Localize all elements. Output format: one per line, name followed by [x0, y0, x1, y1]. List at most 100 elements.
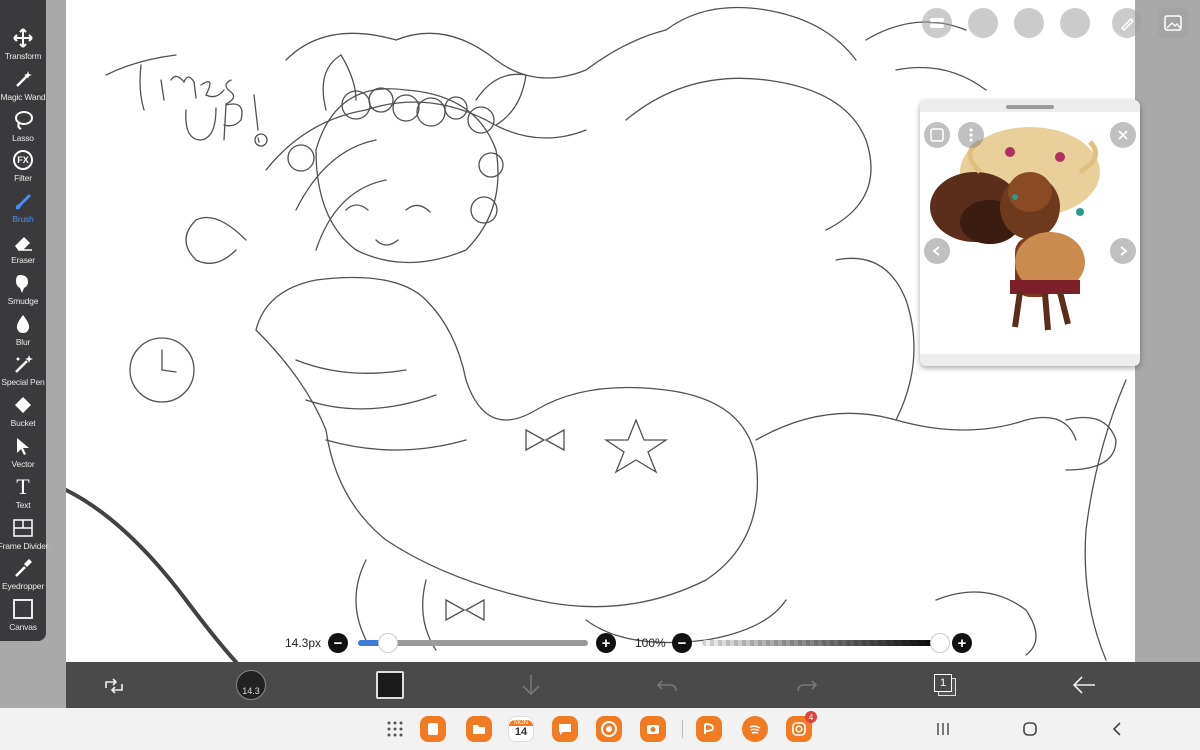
opacity-fill — [702, 640, 942, 646]
folder-icon — [473, 725, 485, 734]
tool-lasso[interactable]: Lasso — [0, 108, 46, 149]
chevron-left-icon — [932, 246, 940, 256]
dock-app-browser[interactable] — [596, 716, 622, 742]
dock-app-notes[interactable] — [420, 716, 446, 742]
tool-vector[interactable]: Vector — [0, 434, 46, 475]
tool-label: Brush — [12, 214, 34, 225]
frame-divider-icon — [13, 518, 33, 537]
tool-label: Magic Wand — [0, 91, 46, 102]
tool-magic-wand[interactable]: Magic Wand — [0, 67, 46, 108]
dock-app-ibispaint[interactable] — [696, 716, 722, 742]
square-icon — [930, 128, 944, 142]
notification-badge: 4 — [805, 711, 817, 723]
tool-bucket[interactable]: Bucket — [0, 393, 46, 434]
redo-button[interactable] — [794, 672, 820, 698]
brush-size-decrease-button[interactable]: − — [328, 633, 348, 653]
opacity-thumb[interactable] — [930, 633, 950, 653]
brush-preview-button[interactable]: 14.3 — [236, 670, 266, 700]
tool-canvas[interactable]: Canvas — [0, 597, 46, 638]
dock-app-calendar[interactable]: MON 14 — [508, 716, 534, 742]
close-icon — [1118, 130, 1128, 140]
download-button[interactable] — [518, 672, 544, 698]
action-button-3[interactable] — [1014, 8, 1044, 38]
tool-blur[interactable]: Blur — [0, 312, 46, 353]
character-reference-art — [930, 127, 1100, 331]
arrow-down-icon — [522, 675, 540, 696]
dock-app-instagram[interactable]: 4 — [786, 711, 817, 742]
tool-label: Eraser — [11, 254, 35, 265]
tool-eraser[interactable]: Eraser — [0, 230, 46, 271]
tool-transform[interactable]: Transform — [0, 26, 46, 67]
redo-icon — [797, 680, 818, 692]
minus-icon: − — [677, 634, 687, 652]
opacity-value: 100% — [635, 636, 666, 650]
back-button[interactable] — [1070, 672, 1098, 698]
app-drawer-button[interactable] — [386, 720, 404, 738]
home-button[interactable] — [1021, 720, 1039, 738]
opacity-increase-button[interactable]: + — [952, 633, 972, 653]
tool-special-pen[interactable]: Special Pen — [0, 352, 46, 393]
dock-app-messages[interactable] — [552, 716, 578, 742]
layers-icon-front: 1 — [934, 674, 952, 692]
opacity-slider[interactable] — [702, 633, 950, 653]
action-button-2[interactable] — [968, 8, 998, 38]
reference-image-button[interactable] — [1158, 8, 1188, 38]
brush-size-increase-button[interactable]: + — [596, 633, 616, 653]
dock-app-spotify[interactable] — [742, 716, 768, 742]
tool-frame-divider[interactable]: Frame Divider — [0, 516, 49, 557]
pen-icon — [1120, 17, 1135, 31]
brush-size-slider[interactable] — [358, 633, 588, 653]
recents-icon — [937, 723, 949, 735]
brush-size-thumb[interactable] — [378, 633, 398, 653]
transform-icon — [13, 28, 33, 48]
layer-count: 1 — [939, 677, 947, 689]
tool-label: Vector — [11, 458, 35, 469]
tool-filter[interactable]: FX Filter — [0, 148, 46, 189]
tool-label: Frame Divider — [0, 540, 49, 551]
color-swatch-button[interactable] — [376, 671, 404, 699]
arrow-left-icon — [1072, 676, 1095, 694]
reference-window[interactable] — [920, 100, 1140, 366]
calendar-date: 14 — [514, 726, 528, 738]
ref-prev-button[interactable] — [924, 238, 950, 264]
smudge-icon — [16, 274, 28, 293]
vector-icon — [17, 437, 29, 455]
undo-button[interactable] — [654, 672, 680, 698]
plus-icon: + — [957, 634, 967, 652]
pen-settings-button[interactable] — [1112, 8, 1142, 38]
bottom-toolbar: 14.3 1 — [66, 662, 1200, 708]
tool-eyedropper[interactable]: Eyedropper — [0, 556, 46, 597]
tool-brush[interactable]: Brush — [0, 189, 46, 230]
ref-next-button[interactable] — [1110, 238, 1136, 264]
layers-button[interactable]: 1 — [932, 672, 960, 700]
drag-handle[interactable] — [1006, 105, 1054, 109]
brush-size-value: 14.3px — [285, 636, 322, 650]
instagram-icon — [792, 722, 806, 736]
ref-menu-button[interactable] — [958, 122, 984, 148]
grid-icon — [387, 721, 403, 737]
ref-close-button[interactable] — [1110, 122, 1136, 148]
tool-label: Special Pen — [1, 377, 45, 388]
chevron-left-icon — [1112, 722, 1121, 736]
dock-app-camera[interactable] — [640, 716, 666, 742]
reference-image — [920, 112, 1140, 354]
tool-text[interactable]: T Text — [0, 475, 46, 516]
dock-divider — [682, 720, 683, 738]
recents-button[interactable] — [934, 720, 952, 738]
bucket-icon — [15, 397, 31, 414]
ref-toggle-button[interactable] — [924, 122, 950, 148]
layer-toggle-button[interactable] — [922, 8, 952, 38]
eyedropper-icon — [15, 559, 32, 578]
tool-label: Smudge — [7, 295, 39, 306]
tool-smudge[interactable]: Smudge — [0, 271, 46, 312]
opacity-decrease-button[interactable]: − — [672, 633, 692, 653]
dock-app-files[interactable] — [466, 716, 492, 742]
canvas-icon — [13, 599, 33, 620]
tool-label: Transform — [4, 51, 42, 61]
swap-button[interactable] — [102, 674, 126, 698]
action-button-4[interactable] — [1060, 8, 1090, 38]
system-back-button[interactable] — [1108, 720, 1126, 738]
app-window: Transform Magic Wand Lasso FX Filter Bru… — [0, 0, 1200, 750]
toggle-icon — [930, 18, 944, 28]
tool-label: Text — [15, 499, 31, 510]
